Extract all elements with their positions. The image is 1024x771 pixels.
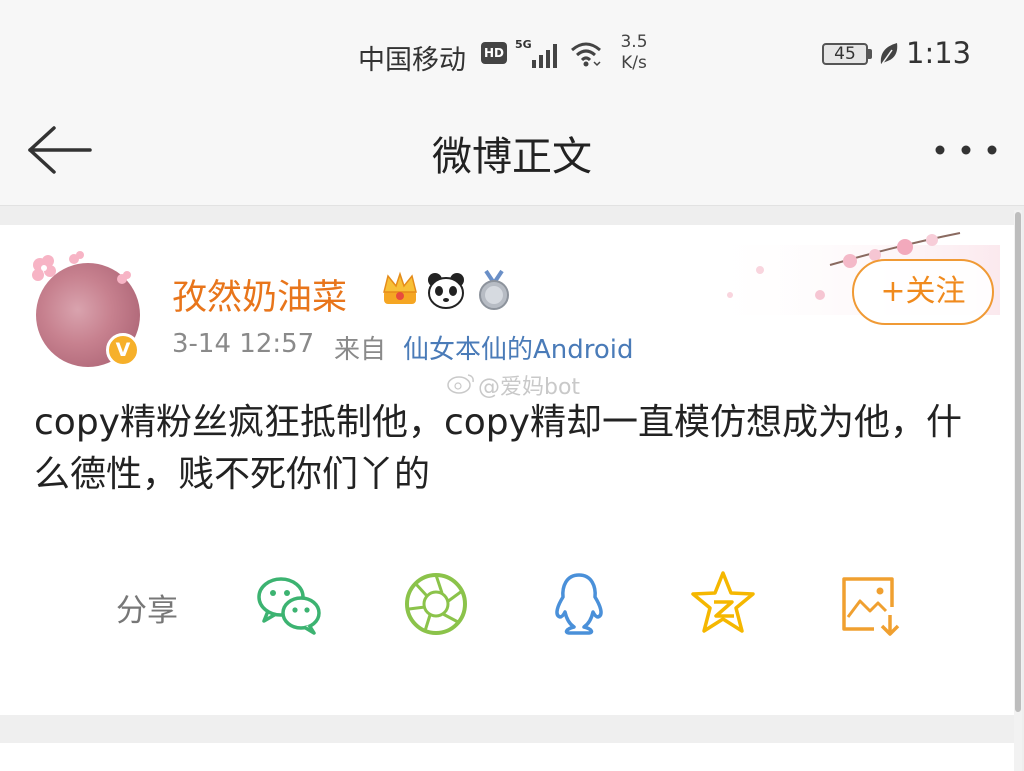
qzone-icon[interactable] (688, 569, 758, 639)
scrollbar-thumb[interactable] (1015, 212, 1021, 712)
more-options-icon[interactable] (930, 130, 1000, 170)
nav-bar: 微博正文 (0, 100, 1024, 206)
verified-badge: V (106, 333, 140, 367)
clock: 1:13 (906, 36, 972, 70)
panda-icon[interactable] (426, 271, 466, 309)
moments-icon[interactable] (401, 569, 471, 639)
share-label: 分享 (116, 593, 178, 629)
avatar-flower-pendant (32, 251, 131, 284)
wifi-icon (571, 42, 601, 67)
username[interactable]: 孜然奶油菜 (172, 269, 347, 320)
status-bar: 中国移动 HD 5G 3.5 K/s 45 1:13 (0, 0, 1024, 100)
section-divider (0, 715, 1014, 743)
speed-unit: K/s (621, 53, 647, 73)
page-title: 微博正文 (432, 134, 592, 180)
weibo-logo-icon (447, 374, 474, 394)
carrier-name: 中国移动 (358, 45, 466, 76)
follow-button[interactable]: +关注 (852, 259, 994, 325)
post-content: copy精粉丝疯狂抵制他，copy精却一直模仿想成为他，什么德性，贱不死你们丫的 (34, 402, 962, 495)
battery-tip (868, 49, 872, 59)
post-timestamp: 3-14 12:57 (172, 329, 315, 359)
power-saving-leaf-icon (880, 43, 898, 65)
battery-level: 45 (822, 43, 868, 65)
crown-member-icon[interactable] (380, 270, 420, 308)
speed-value: 3.5 (620, 32, 648, 52)
post-from-label: 来自 (334, 335, 387, 365)
medal-icon[interactable] (474, 269, 514, 311)
qq-icon[interactable] (544, 569, 614, 639)
comment-section (0, 743, 1014, 771)
post-card: V 孜然奶油菜 3-14 12:57 来自 仙女本仙的Android +关注 @… (0, 225, 1014, 715)
wechat-icon[interactable] (254, 569, 324, 639)
save-image-icon[interactable] (834, 569, 904, 639)
network-speed: 3.5 K/s (612, 32, 656, 74)
hd-badge: HD (481, 42, 507, 64)
signal-icon (532, 44, 557, 68)
post-source-link[interactable]: 仙女本仙的Android (403, 329, 634, 366)
